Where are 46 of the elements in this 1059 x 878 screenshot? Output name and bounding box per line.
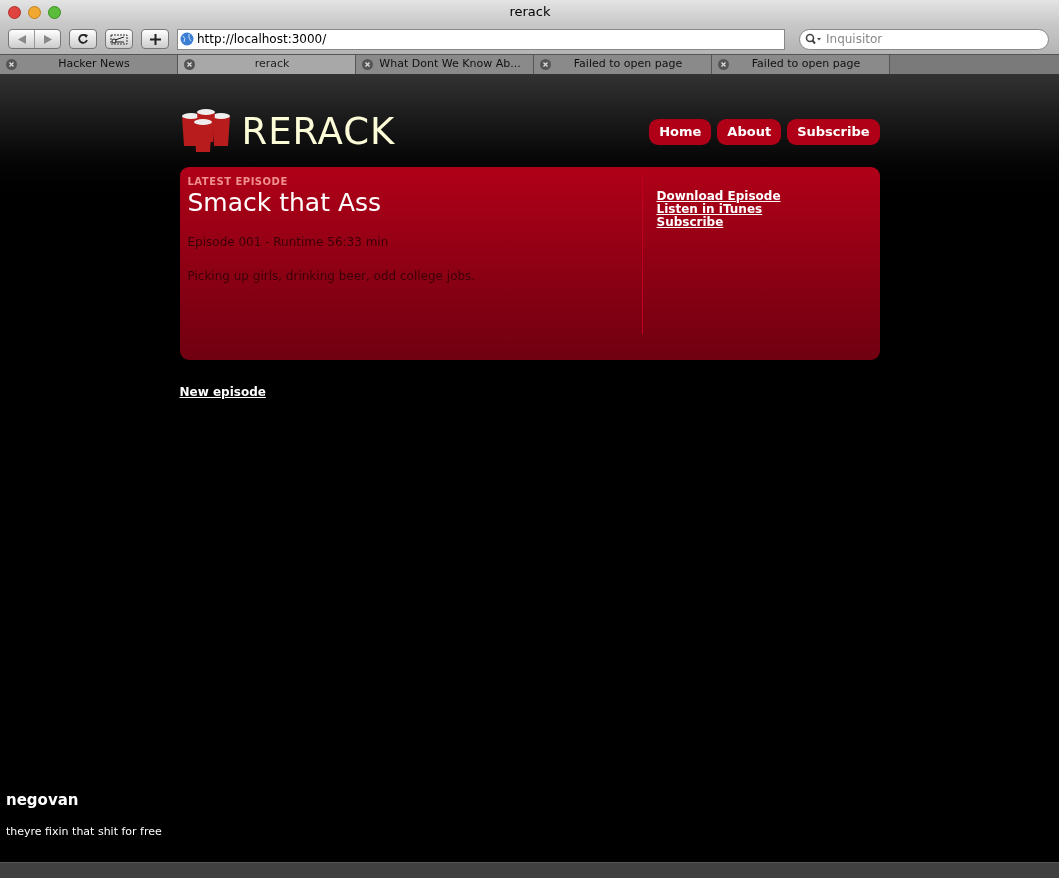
plus-icon [149, 33, 161, 45]
comment-text: theyre fixin that shit for free [6, 823, 162, 840]
site-logo[interactable]: RERACK [241, 104, 396, 160]
reload-icon [77, 33, 89, 45]
add-bookmark-button[interactable] [141, 29, 169, 49]
close-tab-icon[interactable] [718, 59, 729, 70]
browser-tab[interactable]: What Dont We Know Ab... [356, 55, 534, 74]
nav-link[interactable]: About [717, 119, 782, 145]
tab-label: What Dont We Know Ab... [378, 56, 522, 73]
episode-link[interactable]: Listen in iTunes [656, 203, 781, 216]
address-text: http://localhost:3000/ [197, 31, 327, 48]
forward-icon[interactable] [43, 34, 52, 44]
episode-description: Picking up girls, drinking beer, odd college jobs. [187, 268, 477, 285]
address-field[interactable]: http://localhost:3000/ [177, 28, 785, 50]
reload-button[interactable] [69, 29, 97, 49]
close-window-icon[interactable] [8, 5, 21, 19]
episode-title: Smack that Ass [187, 189, 383, 217]
snippet-button[interactable] [105, 29, 133, 49]
tab-label: rerack [253, 56, 291, 73]
search-field[interactable]: Inquisitor [799, 28, 1049, 50]
nav-link[interactable]: Home [649, 119, 712, 145]
latest-episode-label: LATEST EPISODE [187, 175, 289, 189]
browser-tab[interactable]: Failed to open page [712, 55, 890, 74]
episode-link[interactable]: Download Episode [656, 190, 781, 203]
tab-label: Failed to open page [572, 56, 684, 73]
close-tab-icon[interactable] [6, 59, 17, 70]
comment-author: negovan [6, 790, 80, 811]
episode-link[interactable]: Subscribe [656, 216, 781, 229]
browser-tab[interactable]: Failed to open page [534, 55, 712, 74]
globe-icon [180, 32, 194, 46]
close-tab-icon[interactable] [362, 59, 373, 70]
window-title: rerack [508, 3, 552, 22]
close-tab-icon[interactable] [184, 59, 195, 70]
close-tab-icon[interactable] [540, 59, 551, 70]
new-episode-link[interactable]: New episode [179, 383, 266, 401]
episode-meta: Episode 001 - Runtime 56:33 min [187, 234, 390, 251]
back-forward-control[interactable] [8, 29, 61, 49]
browser-tab[interactable]: rerack [178, 55, 356, 74]
search-icon [805, 33, 823, 45]
back-icon[interactable] [17, 34, 26, 44]
search-input[interactable]: Inquisitor [826, 30, 1043, 48]
tab-label: Hacker News [57, 56, 131, 73]
nav-link[interactable]: Subscribe [787, 119, 880, 145]
tab-label: Failed to open page [750, 56, 862, 73]
browser-tab[interactable]: Hacker News [0, 55, 178, 74]
zoom-window-icon[interactable] [48, 5, 61, 19]
